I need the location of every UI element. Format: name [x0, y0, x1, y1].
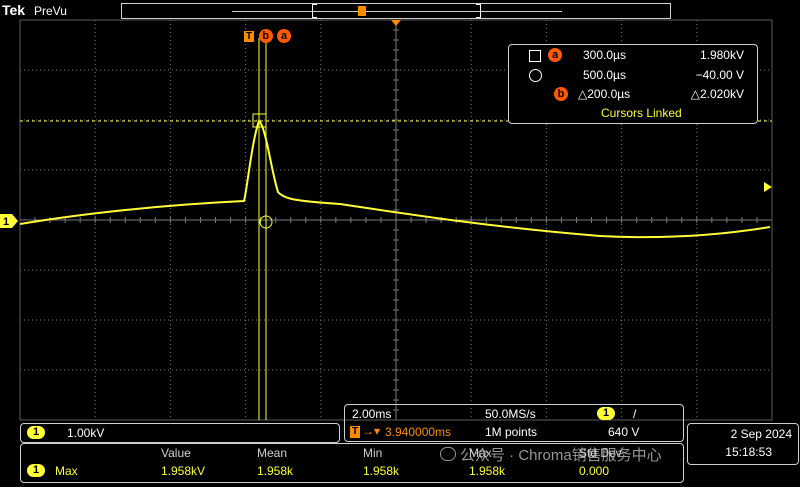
- cursor-delta-time: △200.0µs: [578, 87, 631, 101]
- trigger-position: 3.940000ms: [385, 425, 452, 439]
- trigger-slope: /: [633, 407, 637, 421]
- trigger-position-marker: [391, 20, 401, 26]
- trigger-arrow-icon: →▾: [362, 424, 381, 438]
- measurement-value: 1.958kV: [161, 464, 206, 478]
- sample-rate: 50.0MS/s: [485, 407, 536, 421]
- trigger-level: 640 V: [608, 425, 640, 439]
- watermark-text: 公众号 · Chroma销售服务中心: [460, 447, 662, 464]
- cursors-linked-label: Cursors Linked: [601, 106, 682, 120]
- trigger-label: T: [244, 31, 255, 42]
- trigger-position-icon: T: [350, 426, 361, 438]
- measurement-std-dev: 0.000: [579, 464, 610, 478]
- channel-1-ground-label: 1: [3, 216, 9, 228]
- channel-1-badge: 1: [27, 426, 46, 439]
- channel-1-scale: 1.00kV: [67, 426, 105, 440]
- header-value: Value: [161, 446, 191, 460]
- time-label: 15:18:53: [725, 445, 772, 459]
- measurement-name: Max: [55, 464, 78, 478]
- measurement-min: 1.958k: [363, 464, 400, 478]
- cursor-a-badge: a: [548, 48, 562, 62]
- cursor-top-labels: T b a: [244, 26, 292, 44]
- cursor-a-time: 300.0µs: [583, 48, 626, 62]
- header-min: Min: [363, 446, 383, 460]
- cursor-o-time: 500.0µs: [583, 68, 626, 82]
- cursor-readout-panel[interactable]: a 300.0µs 1.980kV 500.0µs −40.00 V b △20…: [508, 44, 758, 124]
- date-label: 2 Sep 2024: [730, 427, 792, 441]
- watermark: 公众号 · Chroma销售服务中心: [440, 444, 662, 465]
- circle-icon: [529, 69, 542, 82]
- header-mean: Mean: [257, 446, 288, 460]
- cursor-a-label: a: [277, 29, 292, 43]
- trigger-source-badge: 1: [597, 407, 616, 420]
- square-icon: [529, 50, 541, 62]
- cursor-b-badge: b: [554, 87, 568, 101]
- date-time-box: 2 Sep 2024 15:18:53: [687, 423, 799, 465]
- measurement-row[interactable]: 1 Max 1.958kV 1.958k 1.958k 1.958k 0.000: [21, 463, 681, 479]
- cursor-b-label: b: [258, 29, 273, 43]
- horizontal-trigger-panel[interactable]: 2.00ms 50.0MS/s 1 / T →▾ 3.940000ms 1M p…: [344, 404, 684, 442]
- cursor-delta-value: △2.020kV: [690, 87, 744, 101]
- cursor-o-value: −40.00 V: [695, 68, 744, 82]
- time-per-div: 2.00ms: [352, 407, 392, 421]
- cursor-a-value: 1.980kV: [699, 48, 744, 62]
- channel-1-scale-box[interactable]: 1 1.00kV: [20, 423, 340, 443]
- measurement-mean: 1.958k: [257, 464, 294, 478]
- measurement-channel-badge: 1: [27, 464, 46, 477]
- trigger-level-arrow: [764, 182, 772, 192]
- wechat-icon: [440, 447, 456, 461]
- record-length: 1M points: [485, 425, 538, 439]
- measurement-max: 1.958k: [469, 464, 506, 478]
